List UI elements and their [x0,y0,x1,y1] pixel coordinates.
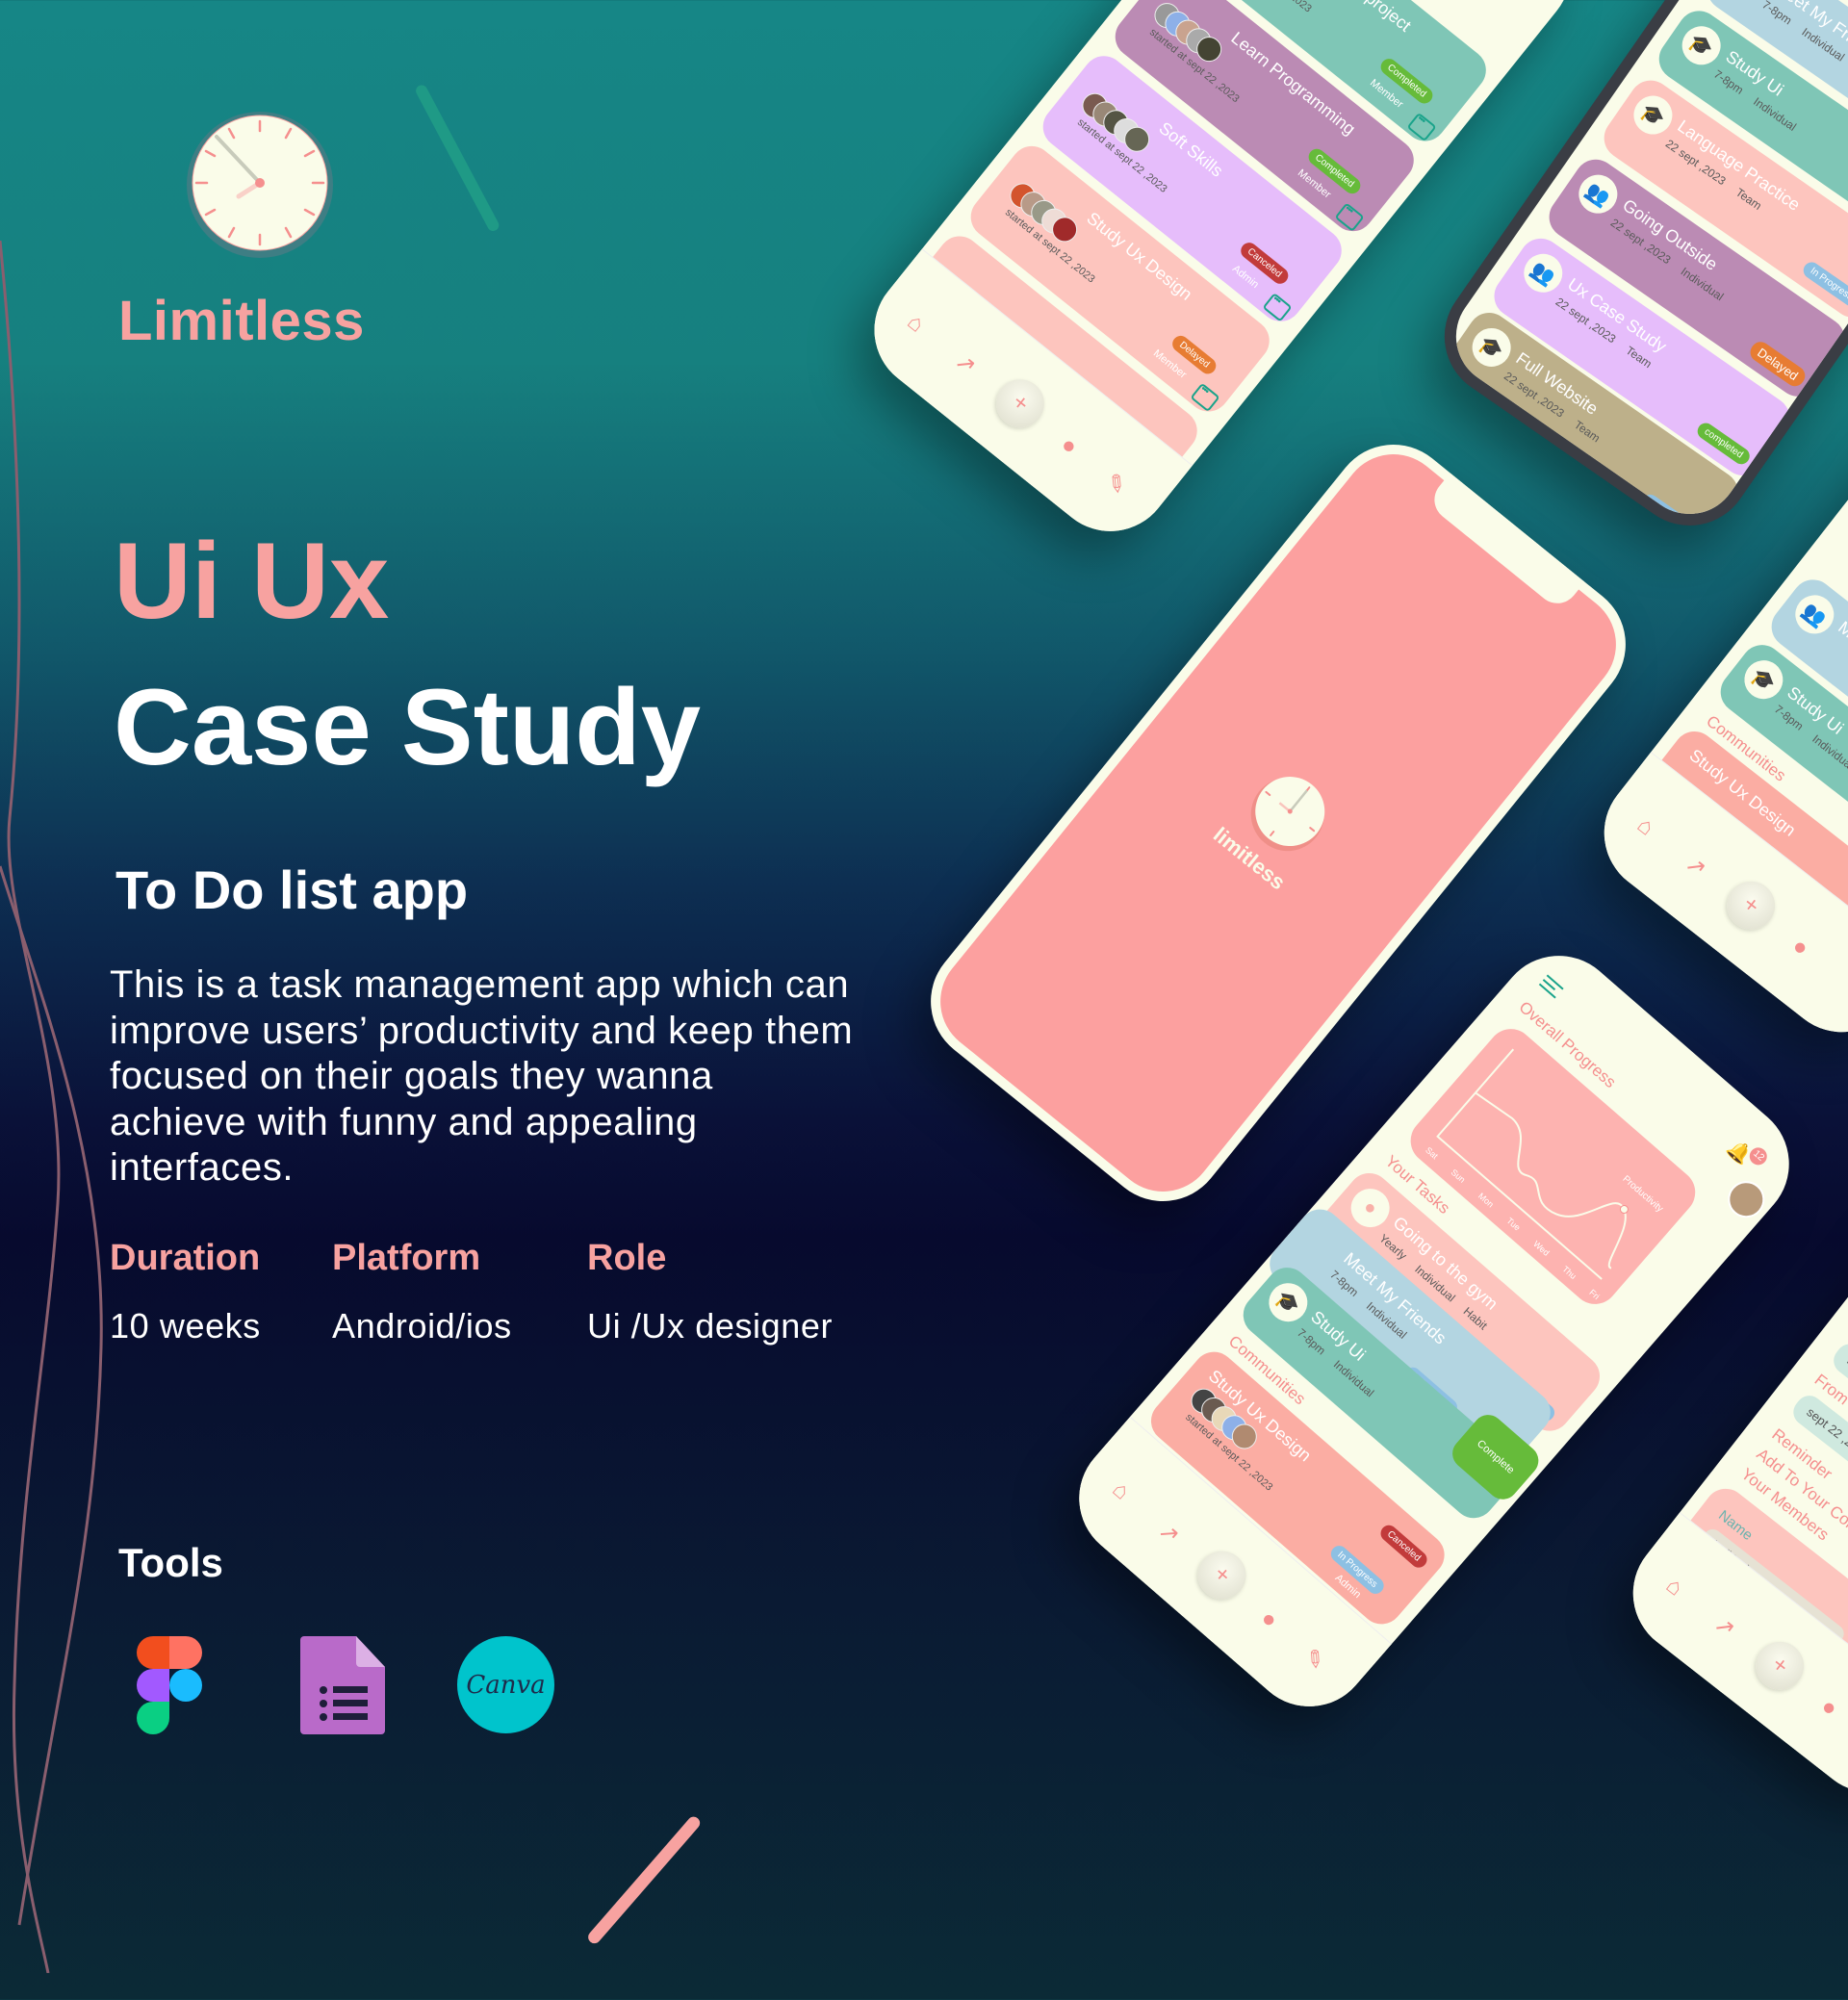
hero-title-line1: Ui Ux [114,521,390,641]
meta-role-value: Ui /Ux designer [587,1306,834,1346]
home-icon[interactable]: ⌂ [1660,1572,1688,1602]
chat-icon[interactable] [1406,112,1437,142]
meta-platform-value: Android/ios [332,1306,512,1346]
google-forms-icon [300,1636,385,1734]
edit-icon[interactable]: ✎ [1297,1643,1330,1677]
status-badge: Delayed [1746,338,1810,391]
meta-platform-label: Platform [332,1238,481,1278]
member-avatars [1005,178,1083,247]
tag: Individual [1810,731,1848,773]
menu-icon[interactable] [1536,972,1566,1002]
community-icon[interactable]: ● [1255,1605,1283,1635]
community-icon[interactable]: ● [1815,1693,1843,1723]
member-avatars [1077,88,1155,158]
canva-icon: Canva [457,1636,554,1733]
task-type: Team [1571,418,1604,446]
status-badge: Canceled [1376,1522,1430,1572]
brand-name: Limitless [118,290,365,352]
chart-icon[interactable]: ↗ [949,347,982,381]
add-button[interactable]: + [1746,1631,1814,1700]
decorative-teal-stroke [414,83,501,234]
chart-icon[interactable]: ↗ [1680,850,1712,884]
add-button[interactable]: + [1717,871,1785,939]
graduation-cap-icon: 🎓 [1674,18,1729,73]
figma-icon [137,1636,202,1734]
edit-icon[interactable]: ✎ [1099,468,1132,501]
community-icon[interactable]: ● [1786,933,1814,962]
card-title: Make a ui project [1299,0,1414,37]
graduation-cap-icon: 🎓 [1464,321,1519,374]
home-icon[interactable]: ⌂ [902,309,930,339]
add-button[interactable]: + [1188,1541,1256,1609]
hero-description: This is a task management app which can … [110,963,854,1189]
home-icon[interactable]: ⌂ [1107,1476,1135,1506]
meta-role-label: Role [587,1238,667,1278]
chart-icon[interactable]: ↗ [1152,1517,1185,1551]
meta-duration-label: Duration [110,1238,261,1278]
people-icon: 👥 [1516,245,1571,300]
canva-wordmark: Canva [466,1670,546,1700]
home-icon[interactable]: ⌂ [1631,811,1659,841]
member-avatars [1186,1383,1263,1454]
meta-duration-value: 10 weeks [110,1306,261,1346]
community-icon[interactable]: ● [1055,431,1083,461]
chart-icon[interactable]: ↗ [1708,1610,1741,1644]
status-badge: In Progress [1638,491,1702,542]
hero-subtitle: To Do list app [116,859,469,920]
chat-icon[interactable] [1334,202,1365,232]
decorative-pink-stroke [585,1814,703,1946]
chat-icon[interactable] [1190,382,1220,413]
clock-logo-icon [187,112,333,258]
chat-icon[interactable] [1262,292,1293,322]
add-button[interactable]: + [986,370,1055,438]
graduation-cap-icon: 🎓 [1626,88,1681,142]
tools-title: Tools [118,1540,223,1585]
user-avatar[interactable] [1720,1173,1773,1226]
member-avatars [1149,0,1227,67]
people-icon: 👥 [1571,167,1626,221]
hero-title-line2: Case Study [114,667,701,787]
